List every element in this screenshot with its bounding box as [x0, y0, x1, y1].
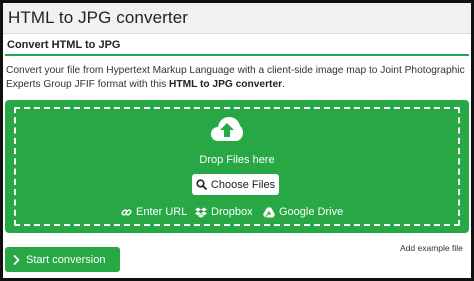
start-conversion-button[interactable]: Start conversion: [5, 247, 120, 272]
drop-files-label: Drop Files here: [199, 154, 275, 166]
dropbox-icon: [195, 207, 207, 218]
link-icon: [121, 207, 132, 218]
section-title: Convert HTML to JPG: [7, 39, 121, 51]
page-header: HTML to JPG converter: [3, 3, 471, 34]
choose-files-label: Choose Files: [210, 178, 276, 191]
enter-url-link[interactable]: Enter URL: [121, 205, 187, 219]
google-drive-link[interactable]: Google Drive: [263, 205, 343, 219]
dropbox-label: Dropbox: [211, 206, 253, 218]
chevron-right-icon: [13, 254, 20, 265]
description-end: .: [282, 79, 285, 90]
cloud-upload-icon: [210, 115, 244, 145]
dropbox-link[interactable]: Dropbox: [195, 205, 253, 219]
page-title: HTML to JPG converter: [8, 8, 189, 27]
section-description: Convert your file from Hypertext Markup …: [6, 64, 468, 92]
search-icon: [196, 179, 207, 190]
section-divider: [5, 54, 469, 56]
google-drive-label: Google Drive: [279, 206, 344, 218]
description-highlight: HTML to JPG converter: [169, 79, 283, 90]
choose-files-button[interactable]: Choose Files: [192, 174, 279, 195]
start-conversion-label: Start conversion: [26, 253, 106, 266]
add-example-file-link[interactable]: Add example file: [400, 243, 463, 253]
google-drive-icon: [263, 207, 275, 218]
enter-url-label: Enter URL: [136, 206, 188, 218]
